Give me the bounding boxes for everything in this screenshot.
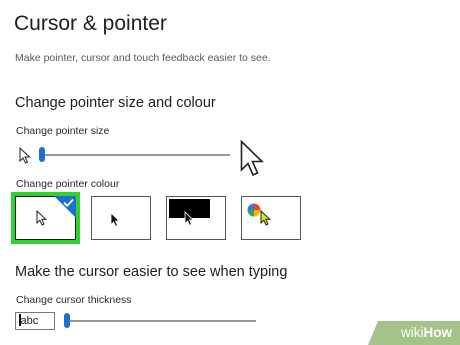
cursor-thickness-slider-thumb[interactable] [64, 313, 70, 328]
pointer-colour-label: Change pointer colour [16, 178, 120, 190]
cursor-preview-text: abc [20, 315, 39, 327]
pointer-colour-option-white[interactable] [11, 192, 80, 244]
pointer-colour-option-black[interactable] [91, 196, 151, 240]
cursor-thickness-slider-track[interactable] [68, 320, 256, 322]
black-pointer-icon [110, 212, 121, 227]
white-pointer-icon [36, 210, 48, 226]
small-arrow-pointer-icon [19, 147, 31, 164]
pointer-colour-option-inverted[interactable] [166, 196, 226, 240]
pointer-section-heading: Change pointer size and colour [15, 95, 216, 111]
large-arrow-pointer-icon [240, 140, 264, 177]
checkmark-icon [54, 196, 76, 218]
inverted-pointer-icon [184, 211, 195, 226]
pointer-colour-option-custom[interactable] [241, 196, 301, 240]
wikihow-watermark: wikiHow [368, 321, 460, 345]
page-subtitle: Make pointer, cursor and touch feedback … [15, 52, 271, 64]
wikihow-brand-suffix: How [423, 325, 453, 340]
wikihow-brand-prefix: wiki [401, 325, 424, 340]
pointer-size-label: Change pointer size [16, 125, 110, 137]
cursor-section-heading: Make the cursor easier to see when typin… [15, 264, 288, 280]
color-wheel-icon [247, 203, 261, 217]
cursor-preview-box: abc [15, 312, 55, 330]
cursor-thickness-label: Change cursor thickness [16, 294, 132, 306]
custom-colour-pointer-icon [260, 210, 272, 226]
pointer-size-slider-track[interactable] [42, 154, 230, 156]
page-title: Cursor & pointer [14, 12, 167, 35]
pointer-size-slider-thumb[interactable] [39, 147, 45, 162]
